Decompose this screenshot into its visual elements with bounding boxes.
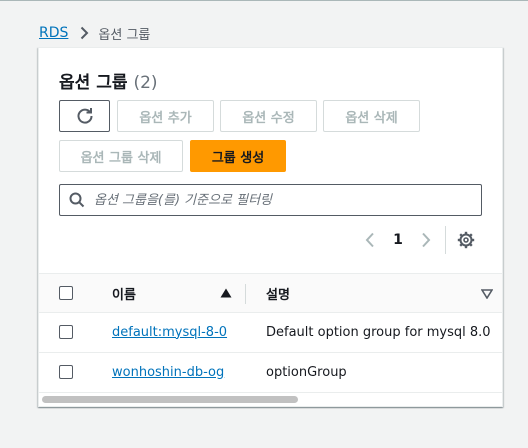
table-row: wonhoshin-db-og optionGroup <box>39 353 502 393</box>
filter-search-box <box>59 184 482 216</box>
panel-count: (2) <box>133 73 158 93</box>
row-checkbox[interactable] <box>59 365 73 379</box>
refresh-icon <box>76 107 94 125</box>
option-group-name-link[interactable]: default:mysql-8-0 <box>112 313 227 351</box>
breadcrumb: RDS 옵션 그룹 <box>39 22 150 44</box>
panel-title-text: 옵션 그룹 <box>59 73 128 93</box>
chevron-right-icon <box>80 26 89 40</box>
sort-descending-icon[interactable] <box>481 289 493 299</box>
chevron-right-icon[interactable] <box>415 229 437 251</box>
delete-group-button[interactable]: 옵션 그룹 삭제 <box>59 140 183 172</box>
breadcrumb-current: 옵션 그룹 <box>98 27 151 43</box>
option-group-name-link[interactable]: wonhoshin-db-og <box>112 353 224 391</box>
option-groups-panel: 옵션 그룹 (2) 옵션 추가 옵션 수정 옵션 삭제 옵션 그룹 삭제 그룹 … <box>38 47 503 407</box>
filter-input[interactable] <box>94 186 481 214</box>
breadcrumb-rds-link[interactable]: RDS <box>39 25 68 41</box>
search-icon <box>69 192 85 208</box>
delete-option-button[interactable]: 옵션 삭제 <box>323 100 420 132</box>
row-checkbox[interactable] <box>59 325 73 339</box>
gear-icon[interactable] <box>457 231 475 249</box>
edit-option-button[interactable]: 옵션 수정 <box>220 100 317 132</box>
current-page-number[interactable]: 1 <box>381 232 415 248</box>
pager-divider <box>445 226 446 254</box>
refresh-button[interactable] <box>59 100 110 132</box>
table-row: default:mysql-8-0 Default option group f… <box>39 313 502 353</box>
column-divider[interactable] <box>245 284 246 304</box>
scrollbar-thumb[interactable] <box>42 396 298 403</box>
pagination: 1 <box>359 226 475 254</box>
top-divider <box>0 0 528 1</box>
option-groups-table: 이름 설명 default:mysql-8-0 Default option g… <box>39 273 502 393</box>
table-header: 이름 설명 <box>39 273 502 313</box>
option-group-description: Default option group for mysql 8.0 <box>266 324 491 340</box>
add-option-button[interactable]: 옵션 추가 <box>117 100 214 132</box>
create-group-button[interactable]: 그룹 생성 <box>190 140 286 172</box>
column-header-description[interactable]: 설명 <box>266 274 290 312</box>
sort-ascending-icon[interactable] <box>220 288 232 298</box>
chevron-left-icon[interactable] <box>359 229 381 251</box>
column-header-name[interactable]: 이름 <box>112 274 136 312</box>
horizontal-scrollbar[interactable] <box>39 394 502 406</box>
panel-title: 옵션 그룹 (2) <box>59 68 158 93</box>
select-all-checkbox[interactable] <box>59 286 73 300</box>
option-group-description: optionGroup <box>266 364 347 380</box>
